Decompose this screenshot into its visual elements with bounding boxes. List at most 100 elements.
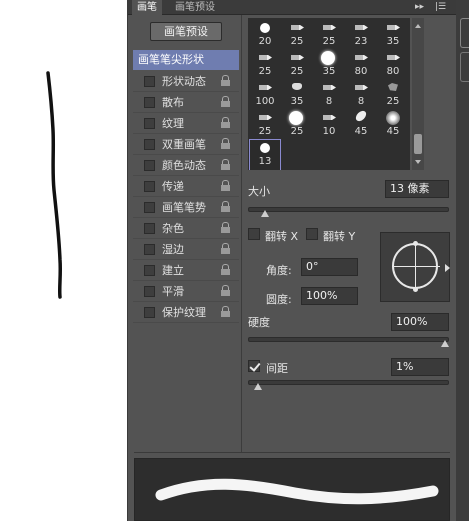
- setting-checkbox[interactable]: [144, 286, 155, 297]
- brush-tip-scrollbar[interactable]: [412, 18, 424, 170]
- lock-icon[interactable]: [220, 117, 231, 129]
- brush-tip-cell[interactable]: 25: [314, 20, 344, 50]
- setting-dual-brush[interactable]: 双重画笔: [133, 134, 239, 155]
- brush-tip-cell[interactable]: 8: [346, 80, 376, 110]
- brush-tip-leaf-icon: [353, 108, 369, 124]
- brush-tip-grid[interactable]: 20 25 25 23 35 25 25 35 80 80 100 35 8 8 25 25 25 10 45 45 1…: [248, 18, 410, 170]
- brush-tip-cell[interactable]: 25: [282, 20, 312, 50]
- lock-icon[interactable]: [220, 96, 231, 108]
- brush-tip-cell[interactable]: 80: [378, 50, 408, 80]
- panel-menu-icon[interactable]: |☰: [435, 0, 446, 15]
- dial-horizontal-axis: [392, 266, 440, 267]
- flip-x-checkbox[interactable]: [248, 228, 260, 240]
- setting-brush-pose[interactable]: 画笔笔势: [133, 197, 239, 218]
- size-slider[interactable]: [248, 207, 449, 212]
- document-canvas[interactable]: [0, 0, 127, 521]
- lock-icon[interactable]: [220, 222, 231, 234]
- size-field[interactable]: 13 像素: [385, 180, 449, 198]
- brush-tip-cell[interactable]: 25: [250, 110, 280, 140]
- angle-field[interactable]: 0°: [301, 258, 358, 276]
- dock-panel-button[interactable]: [460, 18, 469, 48]
- lock-icon[interactable]: [220, 201, 231, 213]
- dial-handle-bottom[interactable]: [413, 287, 418, 292]
- setting-texture[interactable]: 纹理: [133, 113, 239, 134]
- setting-checkbox[interactable]: [144, 181, 155, 192]
- setting-checkbox[interactable]: [144, 139, 155, 150]
- tab-brush[interactable]: 画笔: [132, 0, 162, 15]
- brush-tip-cell[interactable]: 13: [249, 139, 281, 170]
- brush-tip-cell[interactable]: 25: [378, 80, 408, 110]
- brush-tip-size: 8: [357, 96, 365, 107]
- brush-tip-cell[interactable]: 35: [282, 80, 312, 110]
- angle-roundness-dial[interactable]: [380, 232, 450, 302]
- brush-tip-cell[interactable]: 80: [346, 50, 376, 80]
- tab-brush-presets[interactable]: 画笔预设: [170, 0, 220, 15]
- setting-checkbox[interactable]: [144, 265, 155, 276]
- brush-tip-cell[interactable]: 8: [314, 80, 344, 110]
- setting-checkbox[interactable]: [144, 76, 155, 87]
- lock-icon[interactable]: [220, 243, 231, 255]
- brush-tip-size: 25: [386, 96, 400, 107]
- setting-brush-tip-shape[interactable]: 画笔笔尖形状: [133, 50, 239, 70]
- lock-icon[interactable]: [220, 75, 231, 87]
- spacing-checkbox[interactable]: [248, 360, 260, 372]
- lock-icon[interactable]: [220, 138, 231, 150]
- setting-wet-edges[interactable]: 湿边: [133, 239, 239, 260]
- brush-tip-cell[interactable]: 20: [250, 20, 280, 50]
- setting-smoothing[interactable]: 平滑: [133, 281, 239, 302]
- setting-checkbox[interactable]: [144, 97, 155, 108]
- lock-icon[interactable]: [220, 180, 231, 192]
- dial-handle-top[interactable]: [413, 241, 418, 246]
- brush-presets-button[interactable]: 画笔预设: [150, 22, 222, 41]
- spacing-field[interactable]: 1%: [391, 358, 449, 376]
- double-chevron-right-icon[interactable]: ▸▸: [415, 0, 424, 15]
- lock-icon[interactable]: [220, 306, 231, 318]
- setting-noise[interactable]: 杂色: [133, 218, 239, 239]
- setting-checkbox[interactable]: [144, 307, 155, 318]
- lock-icon[interactable]: [220, 159, 231, 171]
- arrow-right-icon[interactable]: [445, 264, 450, 272]
- brush-tip-cell[interactable]: 25: [282, 110, 312, 140]
- brush-tip-cell[interactable]: 23: [346, 20, 376, 50]
- setting-color-dynamics[interactable]: 颜色动态: [133, 155, 239, 176]
- roundness-label: 圆度:: [266, 293, 292, 306]
- setting-shape-dynamics[interactable]: 形状动态: [133, 71, 239, 92]
- setting-checkbox[interactable]: [144, 223, 155, 234]
- scroll-down-icon[interactable]: [415, 160, 421, 164]
- brush-tip-cell[interactable]: 35: [314, 50, 344, 80]
- brush-tip-cell[interactable]: 35: [378, 20, 408, 50]
- setting-transfer[interactable]: 传递: [133, 176, 239, 197]
- setting-scattering[interactable]: 散布: [133, 92, 239, 113]
- spacing-slider-handle[interactable]: [254, 383, 262, 390]
- flip-y-checkbox[interactable]: [306, 228, 318, 240]
- brush-tip-cell[interactable]: 10: [314, 110, 344, 140]
- brush-tip-big-icon: [289, 111, 303, 125]
- brush-tip-size: 8: [325, 96, 333, 107]
- brush-tip-cell[interactable]: 45: [378, 110, 408, 140]
- spacing-slider[interactable]: [248, 380, 449, 385]
- scroll-up-icon[interactable]: [415, 24, 421, 28]
- lock-icon[interactable]: [220, 264, 231, 276]
- setting-checkbox[interactable]: [144, 202, 155, 213]
- setting-checkbox[interactable]: [144, 118, 155, 129]
- hardness-field[interactable]: 100%: [391, 313, 449, 331]
- size-slider-handle[interactable]: [261, 210, 270, 217]
- setting-label: 画笔笔势: [162, 201, 206, 214]
- brush-tip-cell[interactable]: 25: [282, 50, 312, 80]
- hardness-slider-handle[interactable]: [441, 340, 449, 347]
- brush-tip-cell[interactable]: 25: [250, 50, 280, 80]
- roundness-field[interactable]: 100%: [301, 287, 358, 305]
- brush-tip-cell[interactable]: 100: [250, 80, 280, 110]
- setting-checkbox[interactable]: [144, 160, 155, 171]
- dock-panel-button[interactable]: [460, 52, 469, 82]
- brush-tip-size: 25: [290, 66, 304, 77]
- setting-checkbox[interactable]: [144, 244, 155, 255]
- brush-tip-size: 45: [386, 126, 400, 137]
- lock-icon[interactable]: [220, 285, 231, 297]
- setting-build-up[interactable]: 建立: [133, 260, 239, 281]
- brush-tip-cell[interactable]: 45: [346, 108, 376, 140]
- scrollbar-thumb[interactable]: [414, 134, 422, 154]
- brush-tip-size: 13: [258, 156, 272, 167]
- setting-protect-texture[interactable]: 保护纹理: [133, 302, 239, 323]
- hardness-slider[interactable]: [248, 337, 449, 342]
